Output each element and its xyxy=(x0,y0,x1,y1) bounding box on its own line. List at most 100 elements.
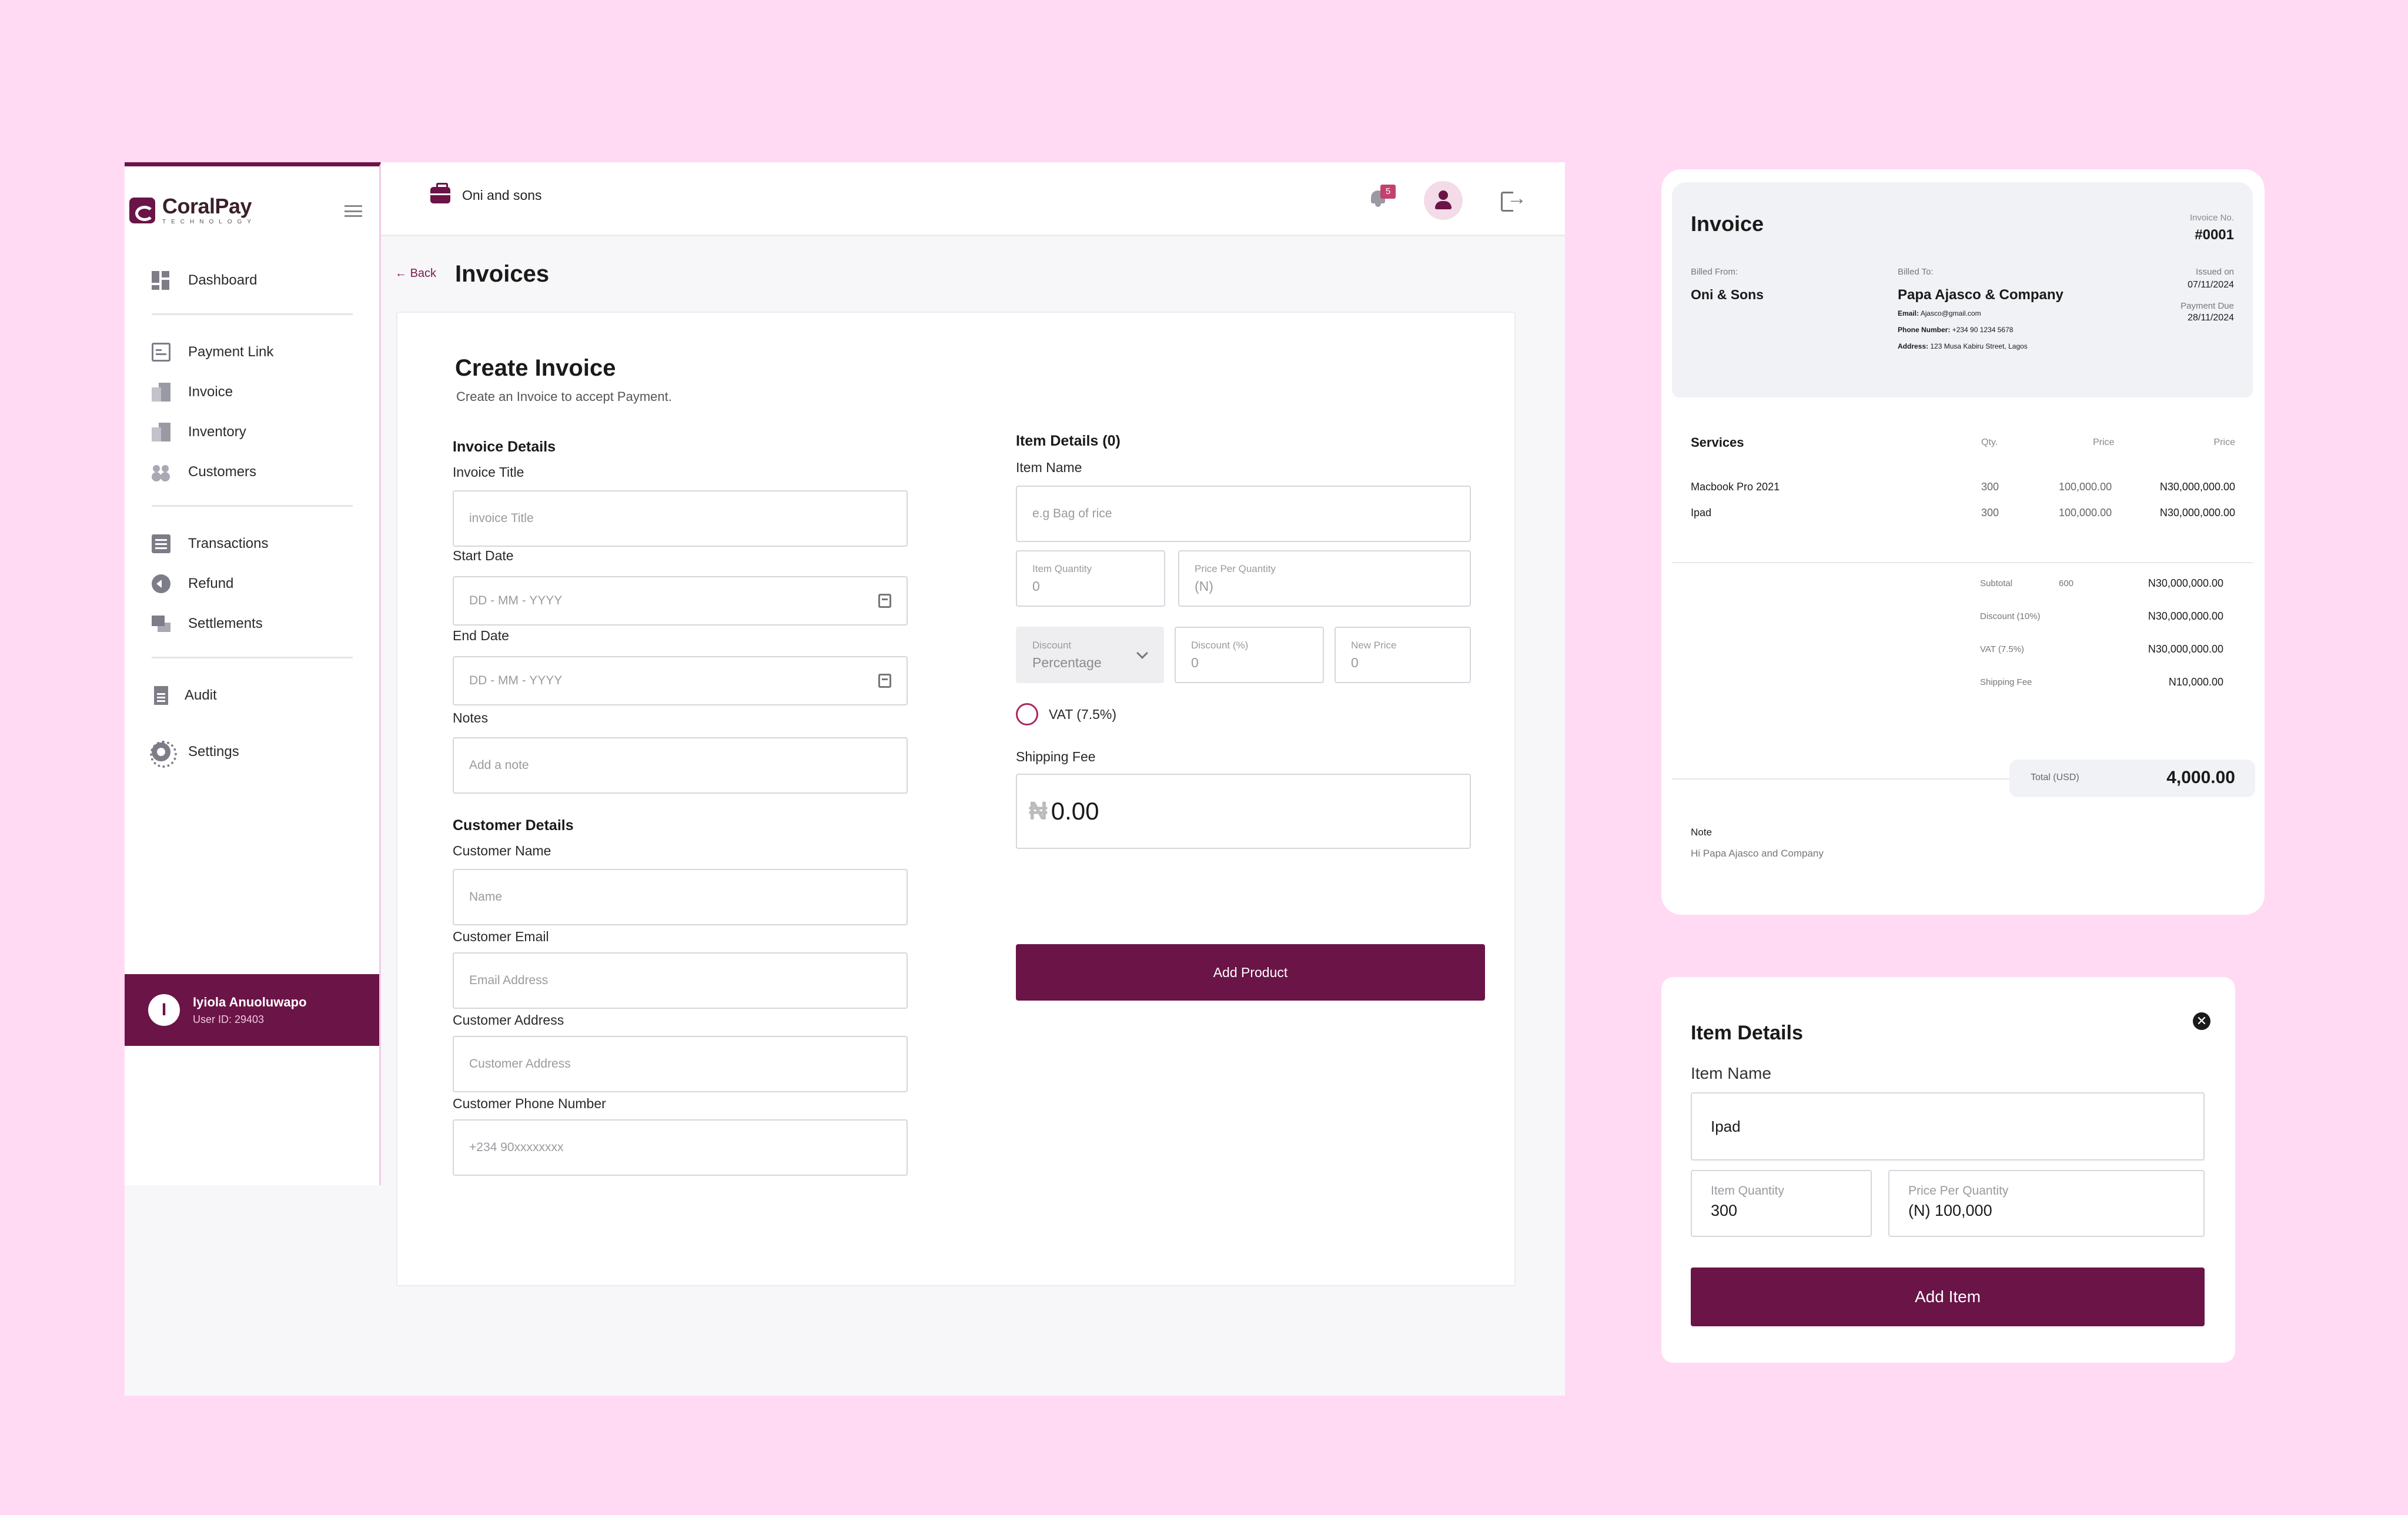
create-invoice-card: Create Invoice Create an Invoice to acce… xyxy=(396,312,1516,1286)
sidebar-divider xyxy=(152,505,353,507)
item-name-label: Item Name xyxy=(1016,460,1082,475)
notes-input[interactable]: Add a note xyxy=(453,737,908,794)
shipping-fee-value: 0.00 xyxy=(1051,797,1099,825)
app-window: CoralPay TECHNOLOGY Dashboard Payment Li… xyxy=(125,162,1565,1396)
vat-label: VAT (7.5%) xyxy=(1049,706,1117,722)
sidebar-item-audit[interactable]: Audit xyxy=(152,686,217,705)
modal-title: Item Details xyxy=(1691,1022,1803,1044)
billed-from: Oni & Sons xyxy=(1691,287,1764,302)
sidebar-item-label: Settings xyxy=(188,744,239,760)
shipping-fee-label: Shipping Fee xyxy=(1016,749,1096,764)
logo-subtitle: TECHNOLOGY xyxy=(162,219,257,225)
sidebar-item-label: Invoice xyxy=(188,384,233,400)
shipping-fee-value: N10,000.00 xyxy=(2168,676,2223,688)
sidebar-item-settlements[interactable]: Settlements xyxy=(152,614,263,633)
billed-to-address: Address: 123 Musa Kabiru Street, Lagos xyxy=(1898,342,2028,350)
form-subtitle: Create an Invoice to accept Payment. xyxy=(456,389,672,404)
sidebar-item-invoice[interactable]: Invoice xyxy=(152,383,233,402)
calendar-icon[interactable] xyxy=(878,594,891,608)
sidebar-item-label: Audit xyxy=(185,687,217,703)
discount-type-select[interactable]: Discount Percentage xyxy=(1016,627,1164,683)
start-date-label: Start Date xyxy=(453,548,514,563)
inventory-icon xyxy=(152,423,170,442)
sidebar-item-payment-link[interactable]: Payment Link xyxy=(152,343,273,362)
naira-icon: ₦ xyxy=(1029,797,1048,825)
end-date-input[interactable]: DD - MM - YYYY xyxy=(453,656,908,705)
sidebar-item-dashboard[interactable]: Dashboard xyxy=(152,271,257,290)
customer-name-input[interactable]: Name xyxy=(453,869,908,925)
payment-link-icon xyxy=(152,343,170,362)
sidebar-item-label: Customers xyxy=(188,464,257,480)
total-pill: Total (USD) 4,000.00 xyxy=(2009,760,2255,797)
form-title: Create Invoice xyxy=(455,355,616,381)
item-details-heading: Item Details (0) xyxy=(1016,433,1121,449)
sidebar-item-refund[interactable]: Refund xyxy=(152,574,233,593)
sidebar: CoralPay TECHNOLOGY Dashboard Payment Li… xyxy=(125,162,381,1185)
customer-email-input[interactable]: Email Address xyxy=(453,952,908,1009)
profile-avatar-icon[interactable] xyxy=(1424,181,1463,220)
sidebar-item-customers[interactable]: Customers xyxy=(152,463,256,481)
billed-to-label: Billed To: xyxy=(1898,267,1934,277)
item-name-input[interactable]: e.g Bag of rice xyxy=(1016,486,1471,542)
invoice-header: Invoice Invoice No. #0001 Billed From: O… xyxy=(1672,182,2253,397)
customer-address-input[interactable]: Customer Address xyxy=(453,1036,908,1092)
notes-label: Notes xyxy=(453,710,489,725)
discount-percent-input[interactable]: Discount (%) 0 xyxy=(1175,627,1324,683)
table-header-price: Price xyxy=(2093,437,2115,447)
invoice-number-label: Invoice No. xyxy=(2189,213,2234,223)
divider xyxy=(1672,778,2009,780)
top-bar: Oni and sons 5 xyxy=(381,162,1565,236)
billed-to-phone: Phone Number: +234 90 1234 5678 xyxy=(1898,326,2014,334)
notification-bell-icon[interactable]: 5 xyxy=(1369,185,1396,208)
settings-icon xyxy=(150,741,177,768)
item-name-input[interactable]: Ipad xyxy=(1691,1092,2205,1161)
transactions-icon xyxy=(152,534,170,553)
price-per-quantity-input[interactable]: Price Per Quantity (N) xyxy=(1178,550,1471,607)
add-item-button[interactable]: Add Item xyxy=(1691,1267,2205,1326)
sidebar-item-label: Payment Link xyxy=(188,344,274,360)
invoice-number: #0001 xyxy=(2195,227,2234,243)
subtotal-label: Subtotal xyxy=(1980,578,2013,588)
organization-selector[interactable]: Oni and sons xyxy=(430,183,542,203)
hamburger-menu-icon[interactable] xyxy=(345,205,362,217)
coralpay-logo[interactable]: CoralPay TECHNOLOGY xyxy=(129,196,256,225)
new-price-input[interactable]: New Price 0 xyxy=(1335,627,1471,683)
sidebar-item-inventory[interactable]: Inventory xyxy=(152,423,246,442)
item-name-label: Item Name xyxy=(1691,1064,1771,1082)
coralpay-logo-icon xyxy=(129,198,155,223)
invoice-preview-card: Invoice Invoice No. #0001 Billed From: O… xyxy=(1661,169,2265,915)
sidebar-item-settings[interactable]: Settings xyxy=(150,741,239,768)
sidebar-item-label: Dashboard xyxy=(188,272,257,288)
logout-icon[interactable] xyxy=(1501,187,1527,212)
vat-value: N30,000,000.00 xyxy=(2148,643,2223,655)
user-profile-card[interactable]: I Iyiola Anuoluwapo User ID: 29403 xyxy=(125,974,379,1046)
back-link[interactable]: ← Back xyxy=(395,267,436,280)
invoice-title-input[interactable]: invoice Title xyxy=(453,490,908,547)
due-date: 28/11/2024 xyxy=(2188,313,2234,323)
issued-label: Issued on xyxy=(2195,267,2234,277)
invoice-title-label: Invoice Title xyxy=(453,464,524,480)
sidebar-divider xyxy=(152,313,353,315)
start-date-input[interactable]: DD - MM - YYYY xyxy=(453,576,908,626)
add-product-button[interactable]: Add Product xyxy=(1016,944,1485,1001)
item-quantity-input[interactable]: Item Quantity 0 xyxy=(1016,550,1165,607)
customer-phone-input[interactable]: +234 90xxxxxxxx xyxy=(453,1119,908,1176)
price-per-quantity-input[interactable]: Price Per Quantity (N) 100,000 xyxy=(1888,1170,2205,1237)
notification-count-badge: 5 xyxy=(1380,185,1396,199)
discount-label: Discount (10%) xyxy=(1980,611,2041,621)
audit-icon xyxy=(152,686,170,705)
shipping-fee-input[interactable]: ₦ 0.00 xyxy=(1016,774,1471,849)
sidebar-item-transactions[interactable]: Transactions xyxy=(152,534,269,553)
calendar-icon[interactable] xyxy=(878,674,891,688)
issued-date: 07/11/2024 xyxy=(2188,280,2234,290)
subtotal-qty: 600 xyxy=(2059,578,2074,588)
sidebar-item-label: Transactions xyxy=(188,536,269,551)
radio-button[interactable] xyxy=(1016,703,1038,725)
divider xyxy=(1672,562,2253,563)
item-details-modal: Item Details ✕ Item Name Ipad Item Quant… xyxy=(1661,977,2235,1363)
customer-name-label: Customer Name xyxy=(453,843,551,858)
item-quantity-input[interactable]: Item Quantity 300 xyxy=(1691,1170,1872,1237)
vat-radio[interactable]: VAT (7.5%) xyxy=(1016,703,1116,725)
user-name: Iyiola Anuoluwapo xyxy=(193,994,307,1009)
close-icon[interactable]: ✕ xyxy=(2193,1012,2210,1030)
